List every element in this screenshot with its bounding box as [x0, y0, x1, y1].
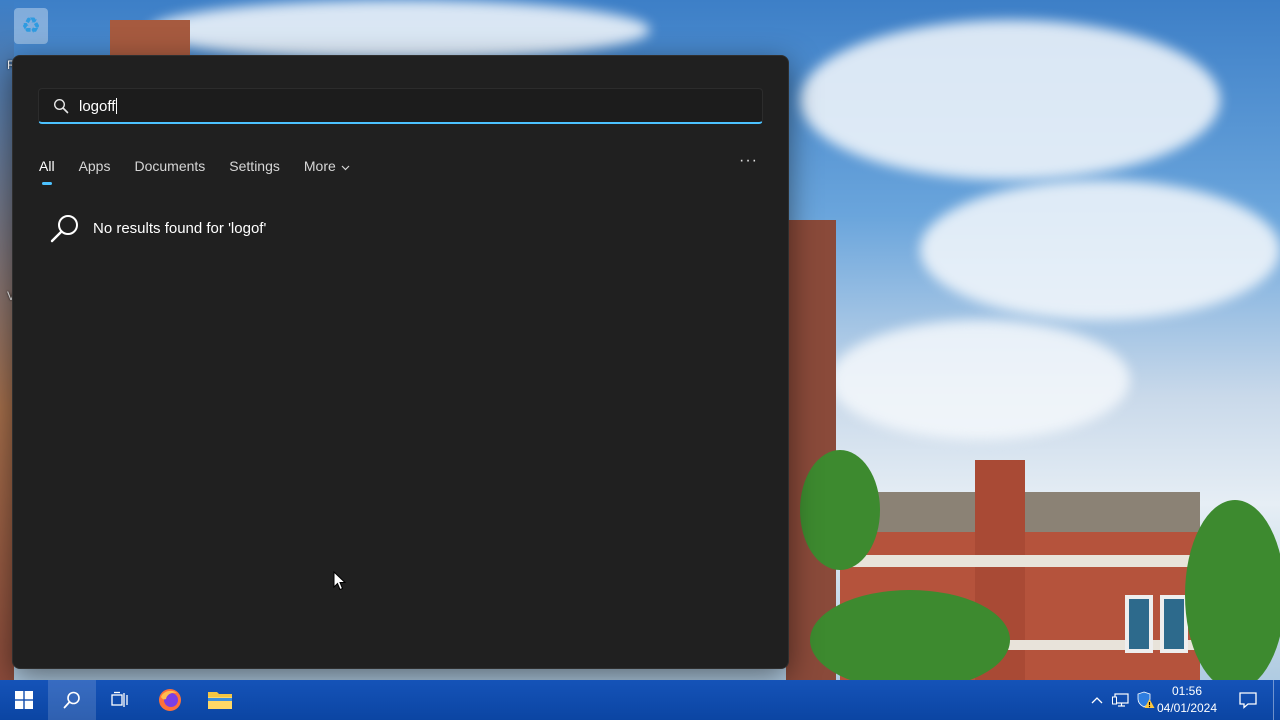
more-options-button[interactable]: ···	[739, 152, 758, 170]
no-results: No results found for 'logof'	[49, 212, 266, 244]
clock-date: 04/01/2024	[1156, 701, 1218, 715]
wallpaper-cloud	[920, 180, 1280, 320]
start-button[interactable]	[0, 680, 48, 720]
search-icon	[63, 691, 80, 709]
wallpaper-window	[1160, 595, 1188, 653]
task-view-button[interactable]	[96, 680, 144, 720]
tab-label: All	[39, 158, 55, 174]
wallpaper-cloud	[150, 0, 650, 60]
windows-logo-icon	[15, 691, 33, 709]
file-explorer-button[interactable]	[196, 680, 244, 720]
taskbar: 01:56 04/01/2024	[0, 680, 1280, 720]
tab-all[interactable]: All	[39, 158, 55, 185]
network-button[interactable]	[1110, 680, 1132, 720]
recycle-bin-icon: ♻	[14, 8, 48, 44]
wallpaper-tree	[1185, 500, 1280, 690]
wallpaper-window	[1125, 595, 1153, 653]
mouse-pointer-icon	[333, 571, 347, 591]
tab-label: Documents	[134, 158, 206, 174]
search-query: logoff	[79, 98, 116, 115]
notifications-button[interactable]	[1234, 680, 1262, 720]
clock-time: 01:56	[1171, 684, 1203, 698]
firefox-icon	[159, 689, 181, 711]
wallpaper-cloud	[800, 20, 1220, 180]
notification-icon	[1239, 692, 1257, 709]
wallpaper-cloud	[830, 320, 1130, 440]
task-view-icon	[111, 691, 128, 707]
search-panel: logoff All Apps Documents Settings More …	[12, 55, 789, 669]
network-icon	[1112, 693, 1129, 707]
no-results-message: No results found for 'logof'	[93, 219, 267, 237]
search-icon	[53, 98, 69, 114]
wallpaper-tree	[810, 590, 1010, 690]
search-filter-tabs: All Apps Documents Settings More	[39, 152, 374, 185]
chevron-up-icon	[1091, 697, 1103, 704]
search-icon	[50, 215, 78, 243]
tab-more[interactable]: More	[304, 158, 350, 174]
folder-icon	[208, 692, 232, 709]
search-box[interactable]: logoff	[38, 88, 763, 124]
tab-label: Settings	[229, 158, 280, 174]
search-input[interactable]: logoff	[79, 97, 729, 117]
tab-label: More	[303, 158, 336, 174]
tab-apps[interactable]: Apps	[79, 158, 111, 174]
chevron-down-icon	[341, 165, 350, 171]
recycle-bin-desktop-icon[interactable]: ♻	[14, 8, 54, 52]
wallpaper-building-top	[110, 20, 190, 60]
tab-settings[interactable]: Settings	[229, 158, 280, 174]
tab-label: Apps	[78, 158, 111, 174]
wallpaper-building-roof	[860, 492, 1200, 532]
wallpaper-building-band	[830, 555, 1200, 567]
wallpaper-tree	[800, 450, 880, 570]
show-desktop-button[interactable]	[1273, 680, 1280, 720]
tab-documents[interactable]: Documents	[134, 158, 205, 174]
text-caret	[116, 98, 118, 114]
search-button[interactable]	[48, 680, 96, 720]
firefox-button[interactable]	[146, 680, 194, 720]
clock[interactable]: 01:56 04/01/2024	[1152, 683, 1222, 717]
show-hidden-icons-button[interactable]	[1088, 680, 1106, 720]
